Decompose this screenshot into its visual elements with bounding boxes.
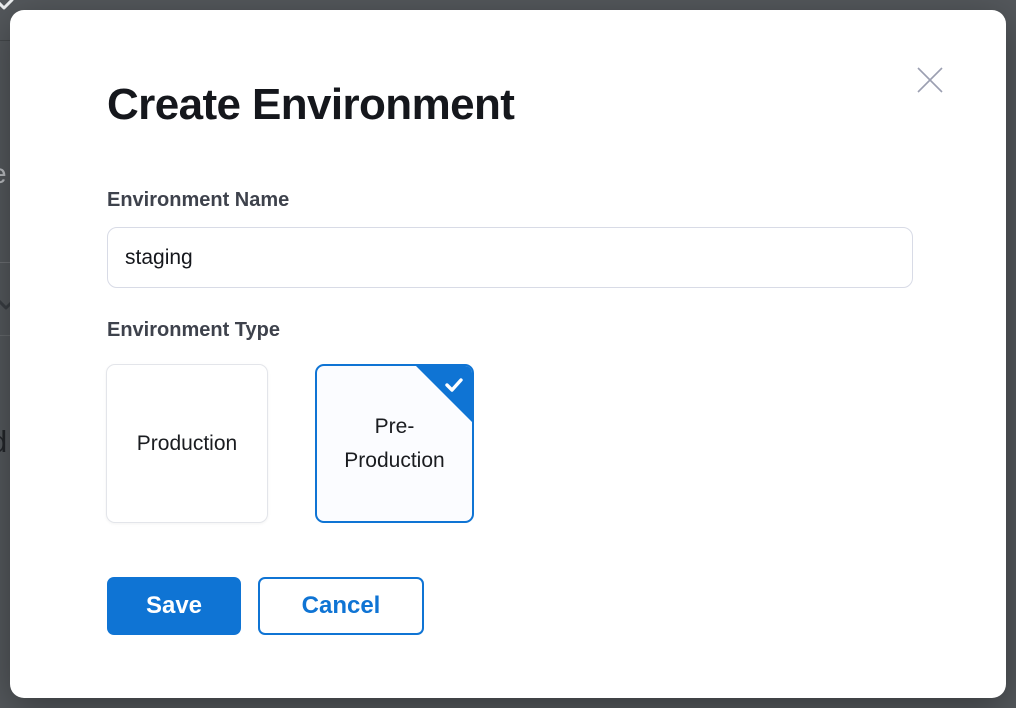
- environment-type-option-production[interactable]: Production: [106, 364, 268, 523]
- environment-type-option-pre-production[interactable]: Pre-Production: [315, 364, 474, 523]
- option-label: Production: [137, 427, 237, 461]
- environment-name-input[interactable]: [107, 227, 913, 288]
- close-icon: [915, 65, 945, 95]
- backdrop-text-fragment-top: e: [0, 158, 7, 190]
- dialog-title: Create Environment: [107, 80, 514, 130]
- option-label: Pre-Production: [334, 410, 456, 478]
- environment-type-label: Environment Type: [107, 319, 280, 342]
- backdrop-chevron-top-icon: [0, 0, 14, 15]
- backdrop-divider-1: [0, 40, 10, 41]
- close-button[interactable]: [908, 58, 952, 102]
- check-icon: [443, 374, 465, 396]
- environment-name-label: Environment Name: [107, 189, 289, 212]
- create-environment-dialog: Create Environment Environment Name Envi…: [10, 10, 1006, 698]
- cancel-button[interactable]: Cancel: [258, 577, 424, 635]
- backdrop-text-fragment-bottom: d: [0, 424, 7, 460]
- save-button[interactable]: Save: [107, 577, 241, 635]
